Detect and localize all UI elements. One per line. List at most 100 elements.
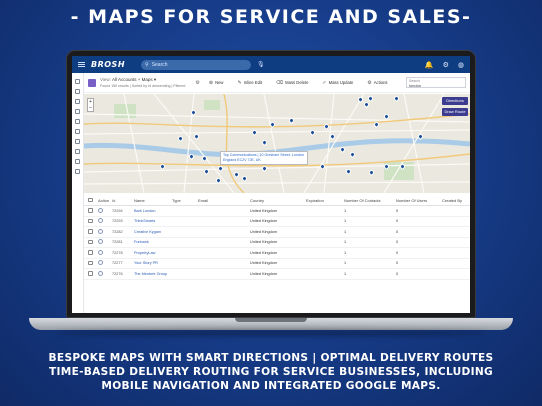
nav-more-icon[interactable] <box>75 169 80 174</box>
table-row[interactable]: 72294 Bark London United Kingdom 1 0 <box>84 206 470 217</box>
nav-deals-icon[interactable] <box>75 109 80 114</box>
app-body: View: All Accounts + Maps ▾ Found 150 re… <box>72 73 470 313</box>
row-action-cell <box>98 207 112 214</box>
select-all-checkbox[interactable] <box>88 197 93 203</box>
cell-id: 72281 <box>112 240 123 245</box>
cell-users: 0 <box>396 208 399 213</box>
mass-update-button[interactable]: ✓ Mass Update <box>317 80 358 86</box>
col-header-id[interactable]: Id <box>112 198 134 203</box>
row-checkbox[interactable] <box>88 260 93 265</box>
col-header-email[interactable]: Email <box>198 198 250 203</box>
row-action-icon[interactable] <box>98 239 103 245</box>
view-settings-icon[interactable]: ⚙ <box>195 80 199 86</box>
cell-name[interactable]: Bark London <box>134 209 172 213</box>
row-action-icon[interactable] <box>98 228 103 234</box>
caption-line-2: TIME-BASED DELIVERY ROUTING FOR SERVICE … <box>48 366 494 378</box>
notifications-icon[interactable]: 🔔 <box>425 61 434 69</box>
nav-calendar-icon[interactable] <box>75 119 80 124</box>
cell-name[interactable]: Funbank <box>134 240 172 244</box>
view-selector[interactable]: View: All Accounts + Maps ▾ Found 150 re… <box>100 77 185 89</box>
row-action-icon[interactable] <box>98 249 103 255</box>
row-action-cell <box>98 218 112 224</box>
app-bar-actions: 🔔 ⚙ ◍ <box>425 61 464 69</box>
cell-name[interactable]: ThinkSmarts <box>134 219 172 223</box>
zoom-out-button[interactable]: – <box>88 105 93 111</box>
nav-contacts-icon[interactable] <box>75 99 80 104</box>
accounts-map[interactable]: + – Directions Draw Route Top Communicat… <box>84 94 470 193</box>
cell-name[interactable]: PropertyLaw <box>134 251 172 255</box>
table-row[interactable]: 72276 The Mentoré Group United Kingdom 1… <box>84 269 470 280</box>
map-zoom-control[interactable]: + – <box>87 98 94 112</box>
row-action-cell <box>98 239 112 245</box>
nav-tasks-icon[interactable] <box>75 129 80 134</box>
global-search-input[interactable]: ⚲ Search <box>141 59 252 70</box>
nav-files-icon[interactable] <box>75 149 80 154</box>
cell-users: 0 <box>396 271 399 276</box>
row-checkbox[interactable] <box>88 208 93 213</box>
table-row[interactable]: 72281 Funbank United Kingdom 1 0 <box>84 238 470 248</box>
plus-icon: ⊕ <box>208 79 214 86</box>
delete-icon: ⌫ <box>276 79 284 86</box>
list-search-field[interactable]: Search london <box>406 77 466 88</box>
cell-name[interactable]: Your Story PR <box>134 261 172 265</box>
table-row[interactable]: 72293 ThinkSmarts United Kingdom 1 0 <box>84 217 470 227</box>
cell-users: 0 <box>396 219 399 224</box>
table-row[interactable]: 72277 Your Story PR United Kingdom 1 0 <box>84 259 470 269</box>
mass-delete-button[interactable]: ⌫ Mass Delete <box>271 80 313 86</box>
cell-country: United Kingdom <box>250 271 278 276</box>
actions-button[interactable]: ⚙ Actions <box>362 80 392 86</box>
list-toolbar: View: All Accounts + Maps ▾ Found 150 re… <box>84 73 470 93</box>
row-action-icon[interactable] <box>98 260 103 266</box>
row-action-icon[interactable] <box>98 270 103 276</box>
cell-contacts: 1 <box>344 219 347 224</box>
cell-id: 72294 <box>112 208 123 213</box>
row-select-cell <box>84 250 98 256</box>
row-action-icon[interactable] <box>98 207 103 213</box>
row-checkbox[interactable] <box>88 229 93 234</box>
microphone-icon[interactable]: 🎙 <box>257 61 265 68</box>
row-checkbox[interactable] <box>88 239 93 244</box>
col-header-name[interactable]: Name <box>134 198 172 203</box>
table-row[interactable]: 72282 Creative Kygam United Kingdom 1 0 <box>84 227 470 238</box>
row-action-icon[interactable] <box>98 218 103 224</box>
cell-contacts: 1 <box>344 208 347 213</box>
col-header-contacts[interactable]: Number Of Contacts <box>344 198 396 203</box>
cell-name[interactable]: Creative Kygam <box>134 230 172 234</box>
row-checkbox[interactable] <box>88 271 93 276</box>
col-header-country[interactable]: Country <box>250 198 306 203</box>
draw-route-button[interactable]: Draw Route <box>442 108 468 116</box>
new-button[interactable]: ⊕ New <box>204 80 229 86</box>
cell-id: 72278 <box>112 250 123 255</box>
cell-name[interactable]: The Mentoré Group <box>134 272 172 276</box>
brand-logo: BROSH <box>91 60 126 69</box>
edit-icon: ✎ <box>237 79 242 86</box>
hamburger-menu-icon[interactable] <box>78 62 85 67</box>
grid-header: Action Id Name Type Email Country Expira… <box>84 196 470 206</box>
table-row[interactable]: 72278 PropertyLaw United Kingdom 1 0 <box>84 248 470 259</box>
cell-country: United Kingdom <box>250 240 278 245</box>
col-header-created-by[interactable]: Created By <box>442 198 470 203</box>
row-select-cell <box>84 229 98 235</box>
row-checkbox[interactable] <box>88 250 93 255</box>
row-checkbox[interactable] <box>88 218 93 223</box>
settings-icon[interactable]: ⚙ <box>443 61 449 69</box>
col-header-users[interactable]: Number Of Users <box>396 198 442 203</box>
col-header-expiration[interactable]: Expiration <box>306 198 344 203</box>
caption: BESPOKE MAPS WITH SMART DIRECTIONS | OPT… <box>0 351 542 393</box>
select-all-cell <box>84 197 98 204</box>
nav-home-icon[interactable] <box>75 79 80 84</box>
search-placeholder: Search <box>151 61 168 68</box>
inline-edit-button[interactable]: ✎ Inline Edit <box>232 80 267 86</box>
directions-button[interactable]: Directions <box>442 97 468 105</box>
nav-messages-icon[interactable] <box>75 159 80 164</box>
col-header-action[interactable]: Action <box>98 198 112 203</box>
map-streets <box>84 94 470 193</box>
nav-reports-icon[interactable] <box>75 139 80 144</box>
cell-id: 72277 <box>112 261 123 266</box>
row-select-cell <box>84 239 98 246</box>
col-header-type[interactable]: Type <box>172 198 198 203</box>
globe-icon[interactable]: ◍ <box>458 61 464 69</box>
side-navigation <box>72 73 84 313</box>
nav-accounts-icon[interactable] <box>75 89 80 94</box>
cell-users: 0 <box>396 250 399 255</box>
